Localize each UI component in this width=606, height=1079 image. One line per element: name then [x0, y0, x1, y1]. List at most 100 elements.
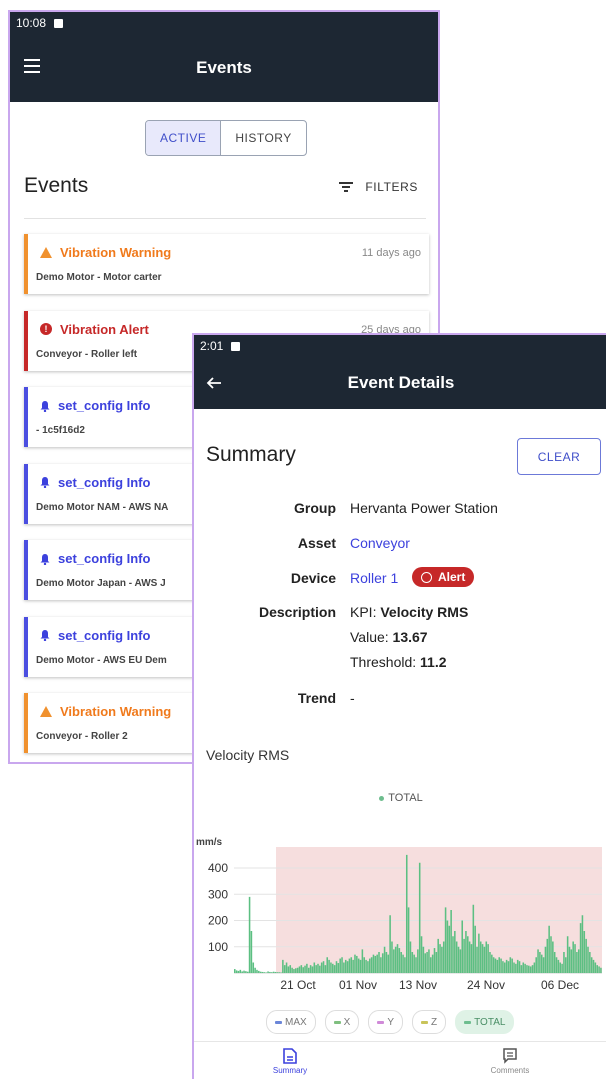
event-card[interactable]: Vibration Warning Demo Motor - Motor cart… — [24, 234, 429, 294]
chart-bar — [511, 958, 513, 973]
chart-bar — [287, 966, 290, 973]
chart-bar — [361, 949, 364, 974]
notification-icon — [231, 341, 241, 351]
chart-bar — [248, 896, 251, 974]
status-bar: 10:08 — [10, 12, 438, 34]
chart-bar — [500, 958, 502, 973]
chart-bar — [313, 962, 316, 973]
app-bar: Events — [10, 34, 438, 102]
filters-button[interactable]: FILTERS — [339, 180, 418, 194]
chart-bar — [422, 946, 425, 973]
chart-bar — [241, 971, 243, 973]
chart-bar — [535, 957, 537, 973]
trend-label: Trend — [297, 690, 336, 706]
chart-bar — [572, 941, 574, 973]
chart-bar — [339, 958, 341, 973]
description-threshold: Threshold: 11.2 — [350, 654, 447, 670]
event-title: ! Vibration Alert — [40, 322, 149, 337]
chart-bar — [430, 957, 432, 973]
chart-bar — [376, 954, 378, 974]
chart-bar — [250, 931, 253, 973]
alert-badge: Alert — [412, 567, 475, 587]
chart-bar — [354, 954, 356, 974]
chart-bar — [311, 966, 314, 973]
chart-bar — [468, 941, 471, 973]
event-title: Vibration Warning — [40, 245, 171, 260]
chip-label: Z — [431, 1016, 438, 1028]
chart-bar — [374, 955, 377, 973]
chart-bar — [387, 954, 390, 974]
chart-bar — [478, 933, 480, 974]
chip-x[interactable]: X — [324, 1010, 360, 1034]
chart-bar — [529, 966, 532, 973]
chart-bar — [537, 949, 539, 974]
asset-link[interactable]: Conveyor — [350, 535, 410, 551]
chip-swatch — [333, 1020, 341, 1024]
device-link[interactable]: Roller 1 — [350, 570, 398, 586]
chart-bar — [346, 961, 349, 973]
chart-bar — [332, 963, 334, 973]
chart-bar — [487, 944, 489, 974]
chart-bar — [245, 971, 247, 973]
chart-bar — [319, 965, 321, 973]
chart-bar — [448, 925, 451, 973]
chart-bar — [450, 910, 452, 973]
chart-bar — [413, 954, 415, 974]
event-title: set_config Info — [40, 398, 150, 413]
tab-history[interactable]: HISTORY — [221, 121, 305, 155]
event-subtitle: Conveyor - Roller left — [36, 348, 138, 360]
chart-bar — [393, 949, 395, 974]
chart-bar — [333, 965, 336, 974]
app-bar: Event Details — [194, 357, 606, 409]
chart-bar — [553, 952, 556, 973]
comment-icon — [503, 1048, 517, 1064]
bell-icon — [40, 630, 50, 641]
chart-bar — [239, 969, 242, 973]
chart-bar — [565, 957, 567, 973]
chart-bar — [270, 972, 273, 973]
chart-bar — [583, 931, 586, 973]
event-title: set_config Info — [40, 551, 150, 566]
chart-bar — [444, 907, 447, 974]
chart-bar — [326, 957, 329, 973]
device-label: Device — [290, 570, 336, 586]
y-tick-label: 100 — [208, 940, 228, 954]
series-filter-chips: MAX X Y Z TOTAL — [266, 1010, 515, 1034]
chart-bar — [380, 957, 382, 973]
tab-active[interactable]: ACTIVE — [146, 121, 222, 155]
chart-bar — [574, 944, 576, 974]
alert-icon — [421, 571, 432, 583]
chip-swatch — [377, 1020, 385, 1024]
chart-bar — [581, 915, 584, 973]
event-subtitle: Demo Motor NAM - AWS NA — [36, 501, 169, 513]
chart-bar — [269, 971, 271, 973]
chart-title: Velocity RMS — [206, 747, 290, 763]
chip-max[interactable]: MAX — [266, 1010, 316, 1034]
chart-bar — [298, 966, 301, 973]
clear-button[interactable]: CLEAR — [517, 438, 601, 475]
chart-bar — [544, 946, 547, 973]
chart-bar — [317, 963, 319, 973]
chart-bar — [548, 925, 550, 973]
nav-comments[interactable]: Comments — [470, 1048, 550, 1075]
chart-bar — [576, 952, 578, 973]
nav-summary-label: Summary — [272, 1066, 308, 1075]
chip-swatch — [275, 1020, 282, 1024]
chart-bar — [505, 959, 508, 974]
chart-bar — [282, 959, 284, 974]
chart-bar — [446, 920, 449, 973]
chip-total[interactable]: TOTAL — [455, 1010, 515, 1034]
chart-bar — [489, 952, 491, 973]
event-subtitle: Demo Motor - AWS EU Dem — [36, 654, 167, 666]
chart-bar — [431, 954, 434, 974]
chart-bar — [368, 958, 371, 973]
chart-bar — [491, 954, 493, 974]
event-subtitle: Demo Motor Japan - AWS J — [36, 578, 166, 589]
chart-bar — [594, 962, 597, 973]
chart-bar — [418, 862, 421, 973]
chip-z[interactable]: Z — [412, 1010, 447, 1034]
nav-summary[interactable]: Summary — [250, 1048, 330, 1075]
chip-y[interactable]: Y — [368, 1010, 404, 1034]
chart-bar — [320, 962, 323, 973]
chart-bar — [524, 963, 526, 973]
